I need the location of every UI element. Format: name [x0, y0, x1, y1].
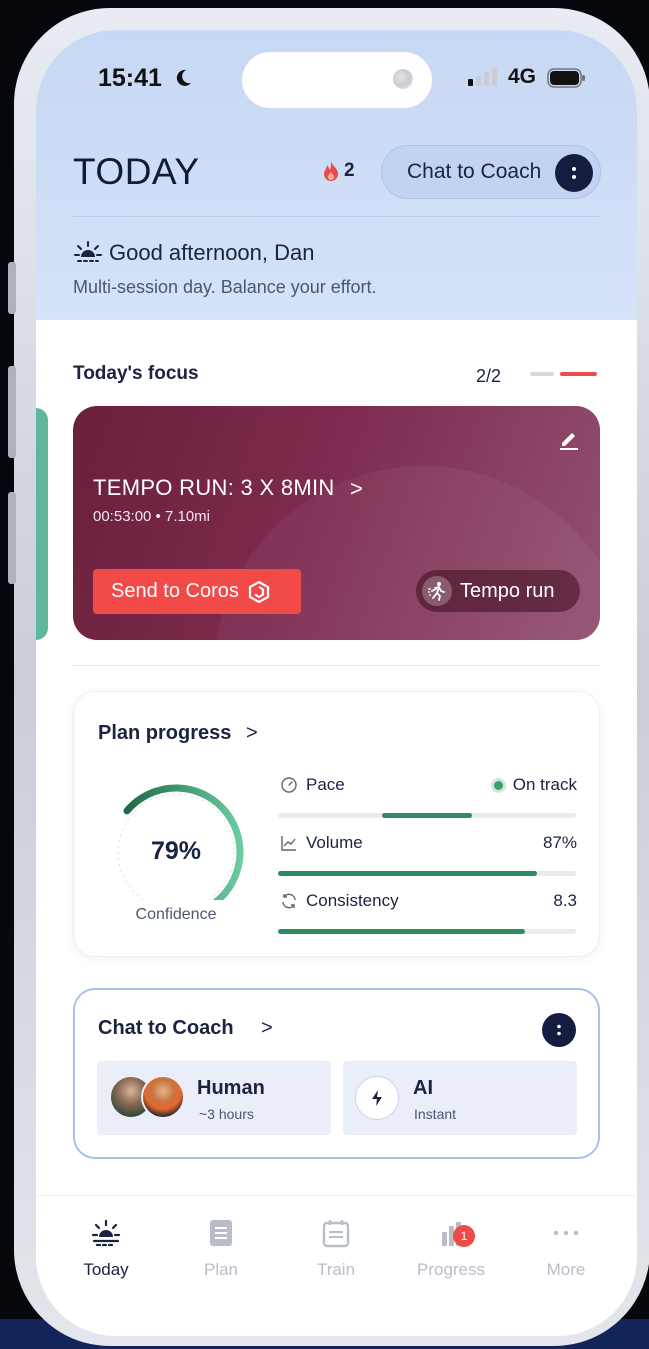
- consistency-refresh-icon: [282, 893, 296, 909]
- chat-to-coach-button[interactable]: Chat to Coach: [381, 145, 601, 199]
- edit-icon[interactable]: [558, 428, 580, 450]
- plan-progress-card[interactable]: Plan progress > 79% Confidence Pace On t…: [73, 691, 600, 957]
- carousel-indicator-2-active[interactable]: [560, 372, 597, 376]
- metric-pace-label: Pace: [306, 775, 345, 794]
- tab-plan[interactable]: Plan: [176, 1216, 266, 1280]
- tab-progress[interactable]: 1 Progress: [406, 1216, 496, 1280]
- tab-bar: Today Plan Train 1 Progress More: [36, 1195, 637, 1336]
- chat-option-human[interactable]: Human ~3 hours: [97, 1061, 331, 1135]
- workout-type-label: Tempo run: [460, 579, 555, 602]
- send-to-coros-button[interactable]: Send to Coros: [93, 569, 301, 614]
- metric-pace-value: On track: [512, 775, 577, 794]
- workout-title[interactable]: TEMPO RUN: 3 X 8MIN: [93, 475, 335, 501]
- pace-bar-fill: [382, 813, 472, 818]
- volume-bar-fill: [278, 871, 538, 876]
- chat-option-ai-eta: Instant: [414, 1106, 457, 1122]
- chat-option-ai-title: AI: [413, 1077, 433, 1099]
- page-title: TODAY: [73, 151, 200, 192]
- focus-counter: 2/2: [476, 366, 502, 386]
- tab-train[interactable]: Train: [291, 1216, 381, 1280]
- streak-count: 2: [344, 160, 355, 181]
- lightning-icon: [355, 1076, 399, 1120]
- volume-chart-icon: [281, 836, 296, 851]
- phone-screen: 15:41 4G TODAY 2 Chat to Coach Good afte…: [36, 30, 637, 1336]
- metric-volume-value: 87%: [542, 833, 577, 852]
- chat-bubble-icon: [555, 154, 593, 192]
- previous-workout-card[interactable]: [36, 408, 48, 640]
- streak-indicator[interactable]: 2: [322, 160, 355, 182]
- status-dot-icon: [493, 780, 503, 790]
- day-summary: Multi-session day. Balance your effort.: [73, 277, 377, 297]
- consistency-bar-track: [278, 929, 576, 934]
- workout-meta: 00:53:00 • 7.10mi: [93, 508, 210, 525]
- metric-consistency-label: Consistency: [306, 891, 399, 910]
- chat-to-coach-card[interactable]: Chat to Coach > Human ~3 hours AI Instan…: [73, 988, 600, 1159]
- camera-icon: [393, 69, 413, 89]
- send-to-coros-label: Send to Coros: [111, 580, 239, 602]
- ellipsis-icon: [553, 1230, 579, 1236]
- pace-bar-track: [278, 813, 576, 818]
- coach-avatar: [141, 1075, 185, 1119]
- tab-train-label: Train: [316, 1260, 356, 1279]
- plan-progress-title[interactable]: Plan progress: [98, 722, 231, 745]
- notification-badge: 1: [453, 1225, 475, 1247]
- tab-more-label: More: [546, 1260, 586, 1279]
- moon-icon: [176, 69, 191, 86]
- header: 15:41 4G TODAY 2 Chat to Coach Good afte…: [36, 30, 637, 320]
- consistency-bar-fill: [278, 929, 526, 934]
- confidence-label: Confidence: [135, 906, 217, 923]
- tab-today[interactable]: Today: [61, 1216, 151, 1280]
- metric-pace-status: On track: [493, 775, 577, 795]
- header-divider: [73, 216, 599, 217]
- volume-up-button: [8, 366, 16, 458]
- sunrise-icon: [91, 1219, 121, 1247]
- workout-card[interactable]: TEMPO RUN: 3 X 8MIN > 00:53:00 • 7.10mi …: [73, 406, 600, 640]
- metric-volume-label: Volume: [306, 833, 363, 852]
- chat-to-coach-label: Chat to Coach: [407, 160, 542, 183]
- network-label: 4G: [508, 65, 537, 88]
- flame-icon: [324, 161, 338, 181]
- runner-icon: [422, 576, 452, 606]
- focus-section-title: Today's focus: [73, 363, 199, 384]
- tab-plan-label: Plan: [203, 1260, 239, 1279]
- tab-progress-label: Progress: [416, 1260, 486, 1279]
- chat-option-human-title: Human: [197, 1077, 265, 1099]
- metric-consistency: Consistency: [280, 891, 399, 911]
- workout-type-tag: Tempo run: [416, 570, 580, 612]
- metric-pace: Pace: [280, 775, 345, 795]
- carousel-indicator-1[interactable]: [530, 372, 554, 376]
- chat-card-title[interactable]: Chat to Coach: [98, 1017, 234, 1040]
- metric-volume: Volume: [280, 833, 363, 853]
- silent-switch: [8, 262, 16, 314]
- confidence-value: 79%: [150, 837, 202, 865]
- signal-icon: [468, 68, 497, 86]
- battery-icon: [547, 68, 585, 88]
- pace-gauge-icon: [281, 777, 297, 793]
- volume-down-button: [8, 492, 16, 584]
- section-divider: [73, 665, 600, 666]
- chevron-right-icon: >: [246, 722, 258, 744]
- status-time: 15:41: [98, 64, 162, 92]
- coros-logo-icon: [248, 580, 269, 603]
- sunrise-icon: [74, 241, 102, 262]
- calendar-icon: [322, 1220, 350, 1248]
- tab-today-label: Today: [83, 1260, 129, 1279]
- chat-bubble-icon[interactable]: [542, 1013, 576, 1047]
- tab-more[interactable]: More: [521, 1216, 611, 1280]
- chat-option-ai[interactable]: AI Instant: [343, 1061, 577, 1135]
- chevron-right-icon: >: [350, 476, 363, 501]
- chevron-right-icon: >: [261, 1017, 273, 1039]
- metric-consistency-value: 8.3: [553, 891, 577, 910]
- volume-bar-track: [278, 871, 576, 876]
- chat-option-human-eta: ~3 hours: [199, 1106, 254, 1122]
- greeting-text: Good afternoon, Dan: [109, 240, 315, 265]
- document-icon: [210, 1220, 232, 1246]
